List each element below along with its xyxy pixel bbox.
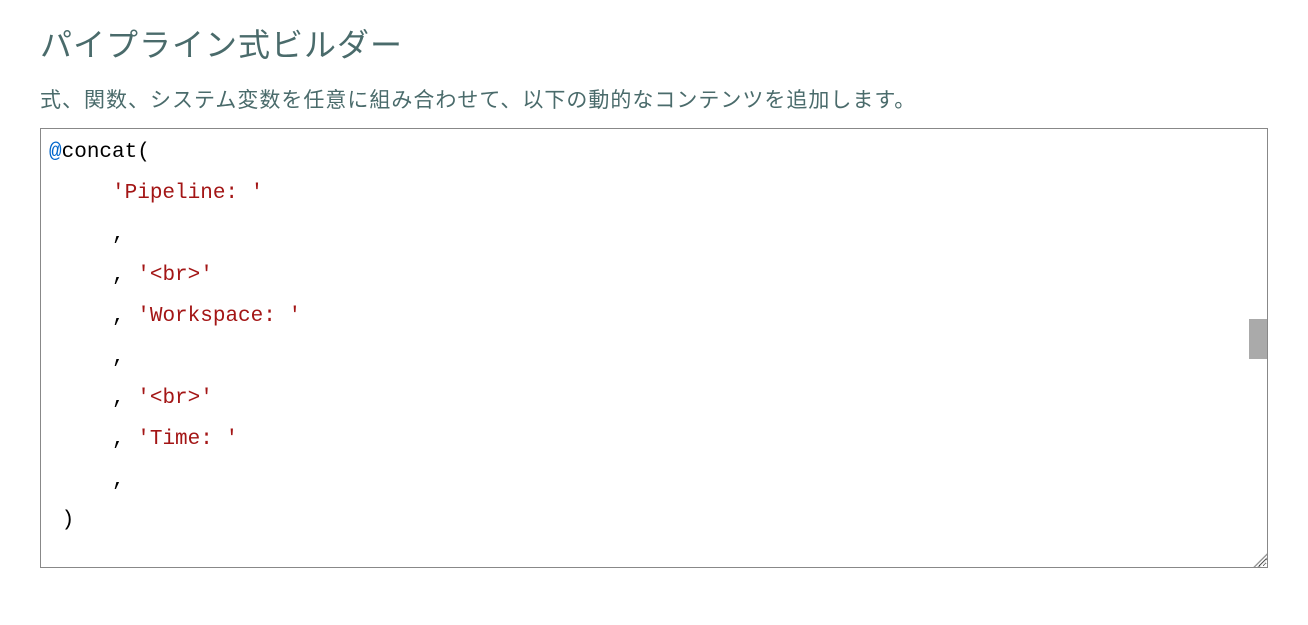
scrollbar-thumb[interactable]	[1249, 319, 1267, 359]
string-literal: '<br>'	[137, 264, 213, 287]
code-line: )	[49, 501, 1259, 542]
comma: ,	[112, 223, 125, 246]
scrollbar-track	[1249, 129, 1267, 567]
code-line: ,	[49, 461, 1259, 502]
comma: ,	[112, 387, 137, 410]
code-line: , '<br>'	[49, 379, 1259, 420]
code-line: ,	[49, 338, 1259, 379]
comma: ,	[112, 264, 137, 287]
code-line: , '<br>'	[49, 256, 1259, 297]
code-line: 'Pipeline: '	[49, 174, 1259, 215]
open-paren: (	[137, 141, 150, 164]
resize-handle-icon[interactable]	[1253, 553, 1267, 567]
string-literal: '<br>'	[137, 387, 213, 410]
comma: ,	[112, 428, 137, 451]
code-line: @concat(	[49, 133, 1259, 174]
close-paren: )	[62, 509, 75, 532]
expression-editor[interactable]: @concat( 'Pipeline: ' , , '<br>' , 'Work…	[40, 128, 1268, 568]
comma: ,	[112, 346, 125, 369]
page-title: パイプライン式ビルダー	[40, 20, 1268, 66]
code-content[interactable]: @concat( 'Pipeline: ' , , '<br>' , 'Work…	[41, 129, 1267, 567]
string-literal: 'Workspace: '	[137, 305, 301, 328]
page-description: 式、関数、システム変数を任意に組み合わせて、以下の動的なコンテンツを追加します。	[40, 84, 1268, 114]
code-line: , 'Workspace: '	[49, 297, 1259, 338]
string-literal: 'Pipeline: '	[112, 182, 263, 205]
at-symbol: @	[49, 141, 62, 164]
code-line: , 'Time: '	[49, 420, 1259, 461]
code-line: ,	[49, 215, 1259, 256]
comma: ,	[112, 305, 137, 328]
comma: ,	[112, 469, 125, 492]
function-name: concat	[62, 141, 138, 164]
string-literal: 'Time: '	[137, 428, 238, 451]
